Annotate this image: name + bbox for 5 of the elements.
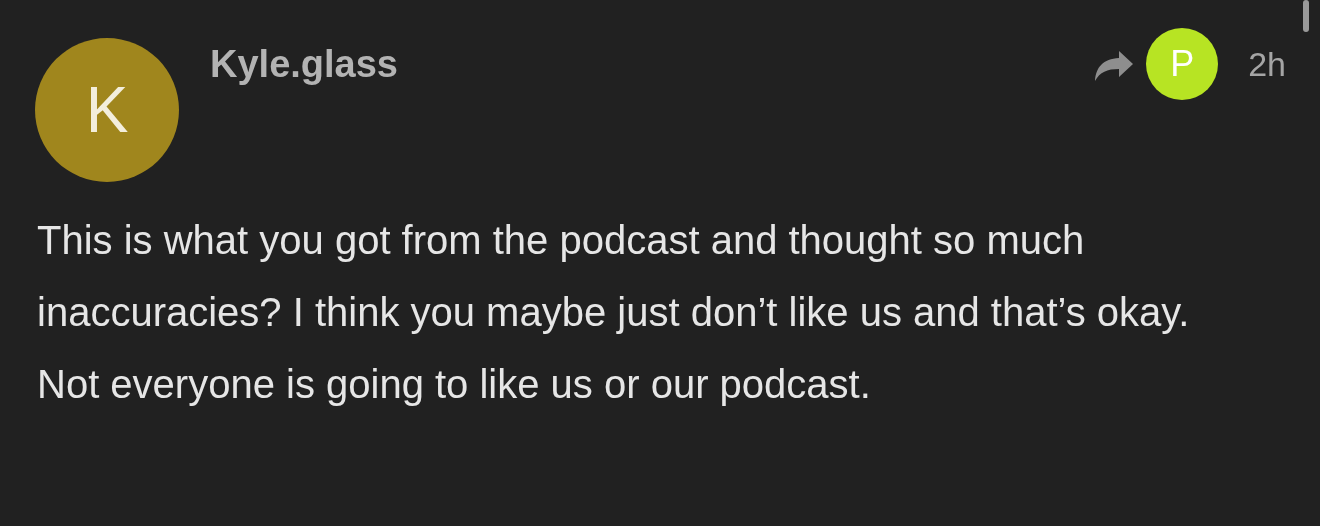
- timestamp: 2h: [1248, 43, 1286, 85]
- user-avatar[interactable]: K: [35, 38, 179, 182]
- scrollbar: [1303, 0, 1309, 32]
- username[interactable]: Kyle.glass: [210, 40, 398, 88]
- comment-text: This is what you got from the podcast and thought so much inaccuracies? I think you maybe just don’t like us and that’s okay. Not everyone is going to like us or our podcast.: [37, 217, 1191, 408]
